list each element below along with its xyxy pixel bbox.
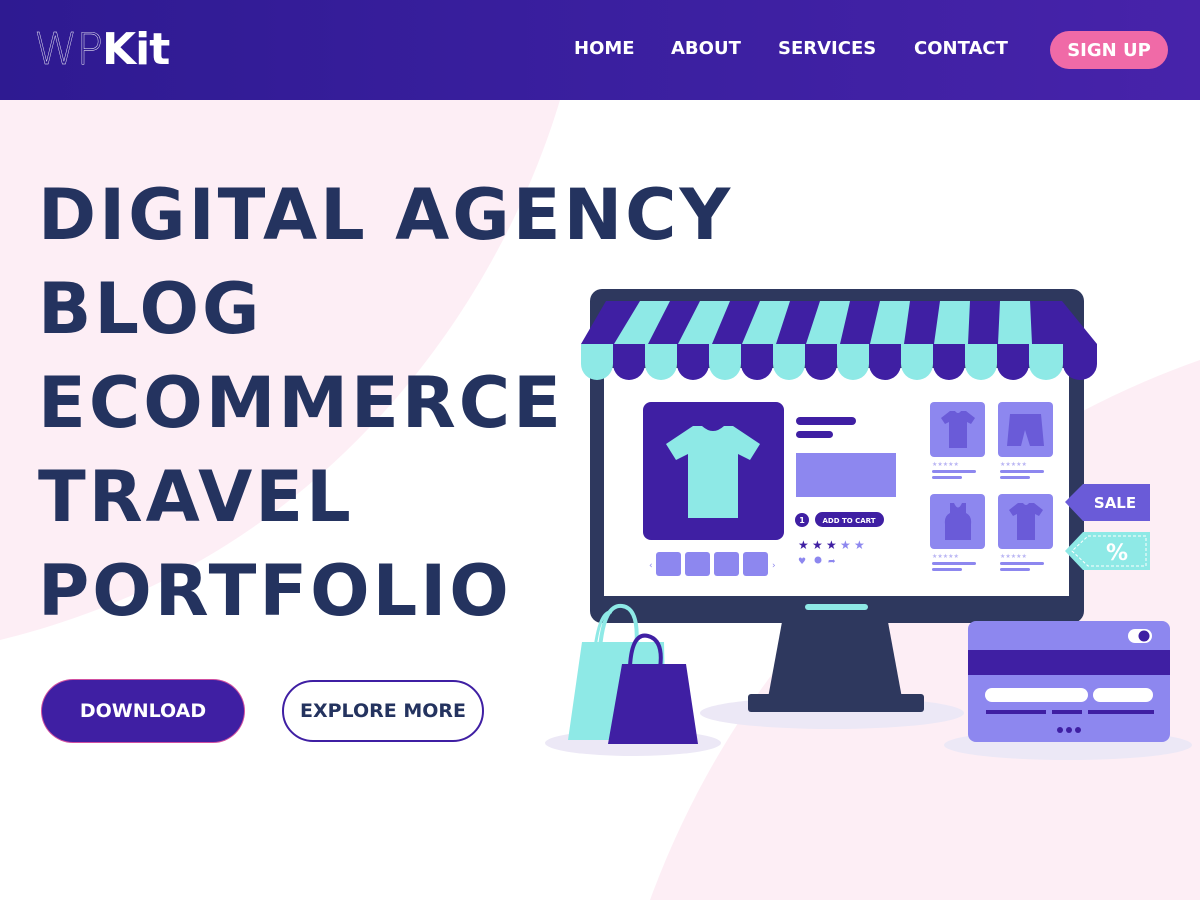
logo-text-light: WP [34,24,103,75]
comment-icon [814,556,822,564]
add-to-cart-label: ADD TO CART [822,517,875,525]
nav-contact[interactable]: CONTACT [914,38,1008,59]
nav-home[interactable]: HOME [574,38,635,59]
nav-about[interactable]: ABOUT [671,38,741,59]
wpkit-logo[interactable]: WP Kit [34,24,170,75]
sale-label: SALE [1094,494,1136,512]
monitor-stand [748,622,924,712]
rating-star-icon: ★ [854,538,865,552]
hero-line-ecommerce: ECOMMERCE [38,362,564,444]
sale-tag: SALE [1065,484,1150,521]
hero-line-travel: TRAVEL [38,456,354,538]
product-rating: ★ ★ ★ ★ ★ [798,538,865,552]
svg-text:★★★★★: ★★★★★ [1000,553,1027,560]
quantity-value: 1 [799,516,805,525]
hero-line-digital-agency: DIGITAL AGENCY [38,174,734,256]
share-icon: ➦ [828,557,836,567]
rating-star-icon: ★ [840,538,851,552]
credit-card-icon [968,621,1170,742]
percent-label: % [1106,541,1128,566]
heart-icon: ♥ [798,557,806,567]
rating-star-icon: ★ [812,538,823,552]
site-header: WP Kit HOME ABOUT SERVICES CONTACT SIGN … [0,0,1200,100]
rating-star-icon: ★ [798,538,809,552]
nav-services[interactable]: SERVICES [778,38,876,59]
sign-up-button[interactable]: SIGN UP [1050,31,1168,69]
download-button[interactable]: DOWNLOAD [42,680,244,742]
svg-text:›: › [772,561,776,571]
hero-headline: DIGITAL AGENCY BLOG ECOMMERCE TRAVEL POR… [38,168,733,638]
hero-line-blog: BLOG [38,268,263,350]
svg-text:★★★★★: ★★★★★ [932,461,959,468]
svg-text:★★★★★: ★★★★★ [932,553,959,560]
logo-text-bold: Kit [102,24,170,75]
svg-text:★★★★★: ★★★★★ [1000,461,1027,468]
hero-line-portfolio: PORTFOLIO [38,550,512,632]
explore-more-button[interactable]: EXPLORE MORE [282,680,484,742]
rating-star-icon: ★ [826,538,837,552]
percent-tag: % [1065,532,1150,570]
